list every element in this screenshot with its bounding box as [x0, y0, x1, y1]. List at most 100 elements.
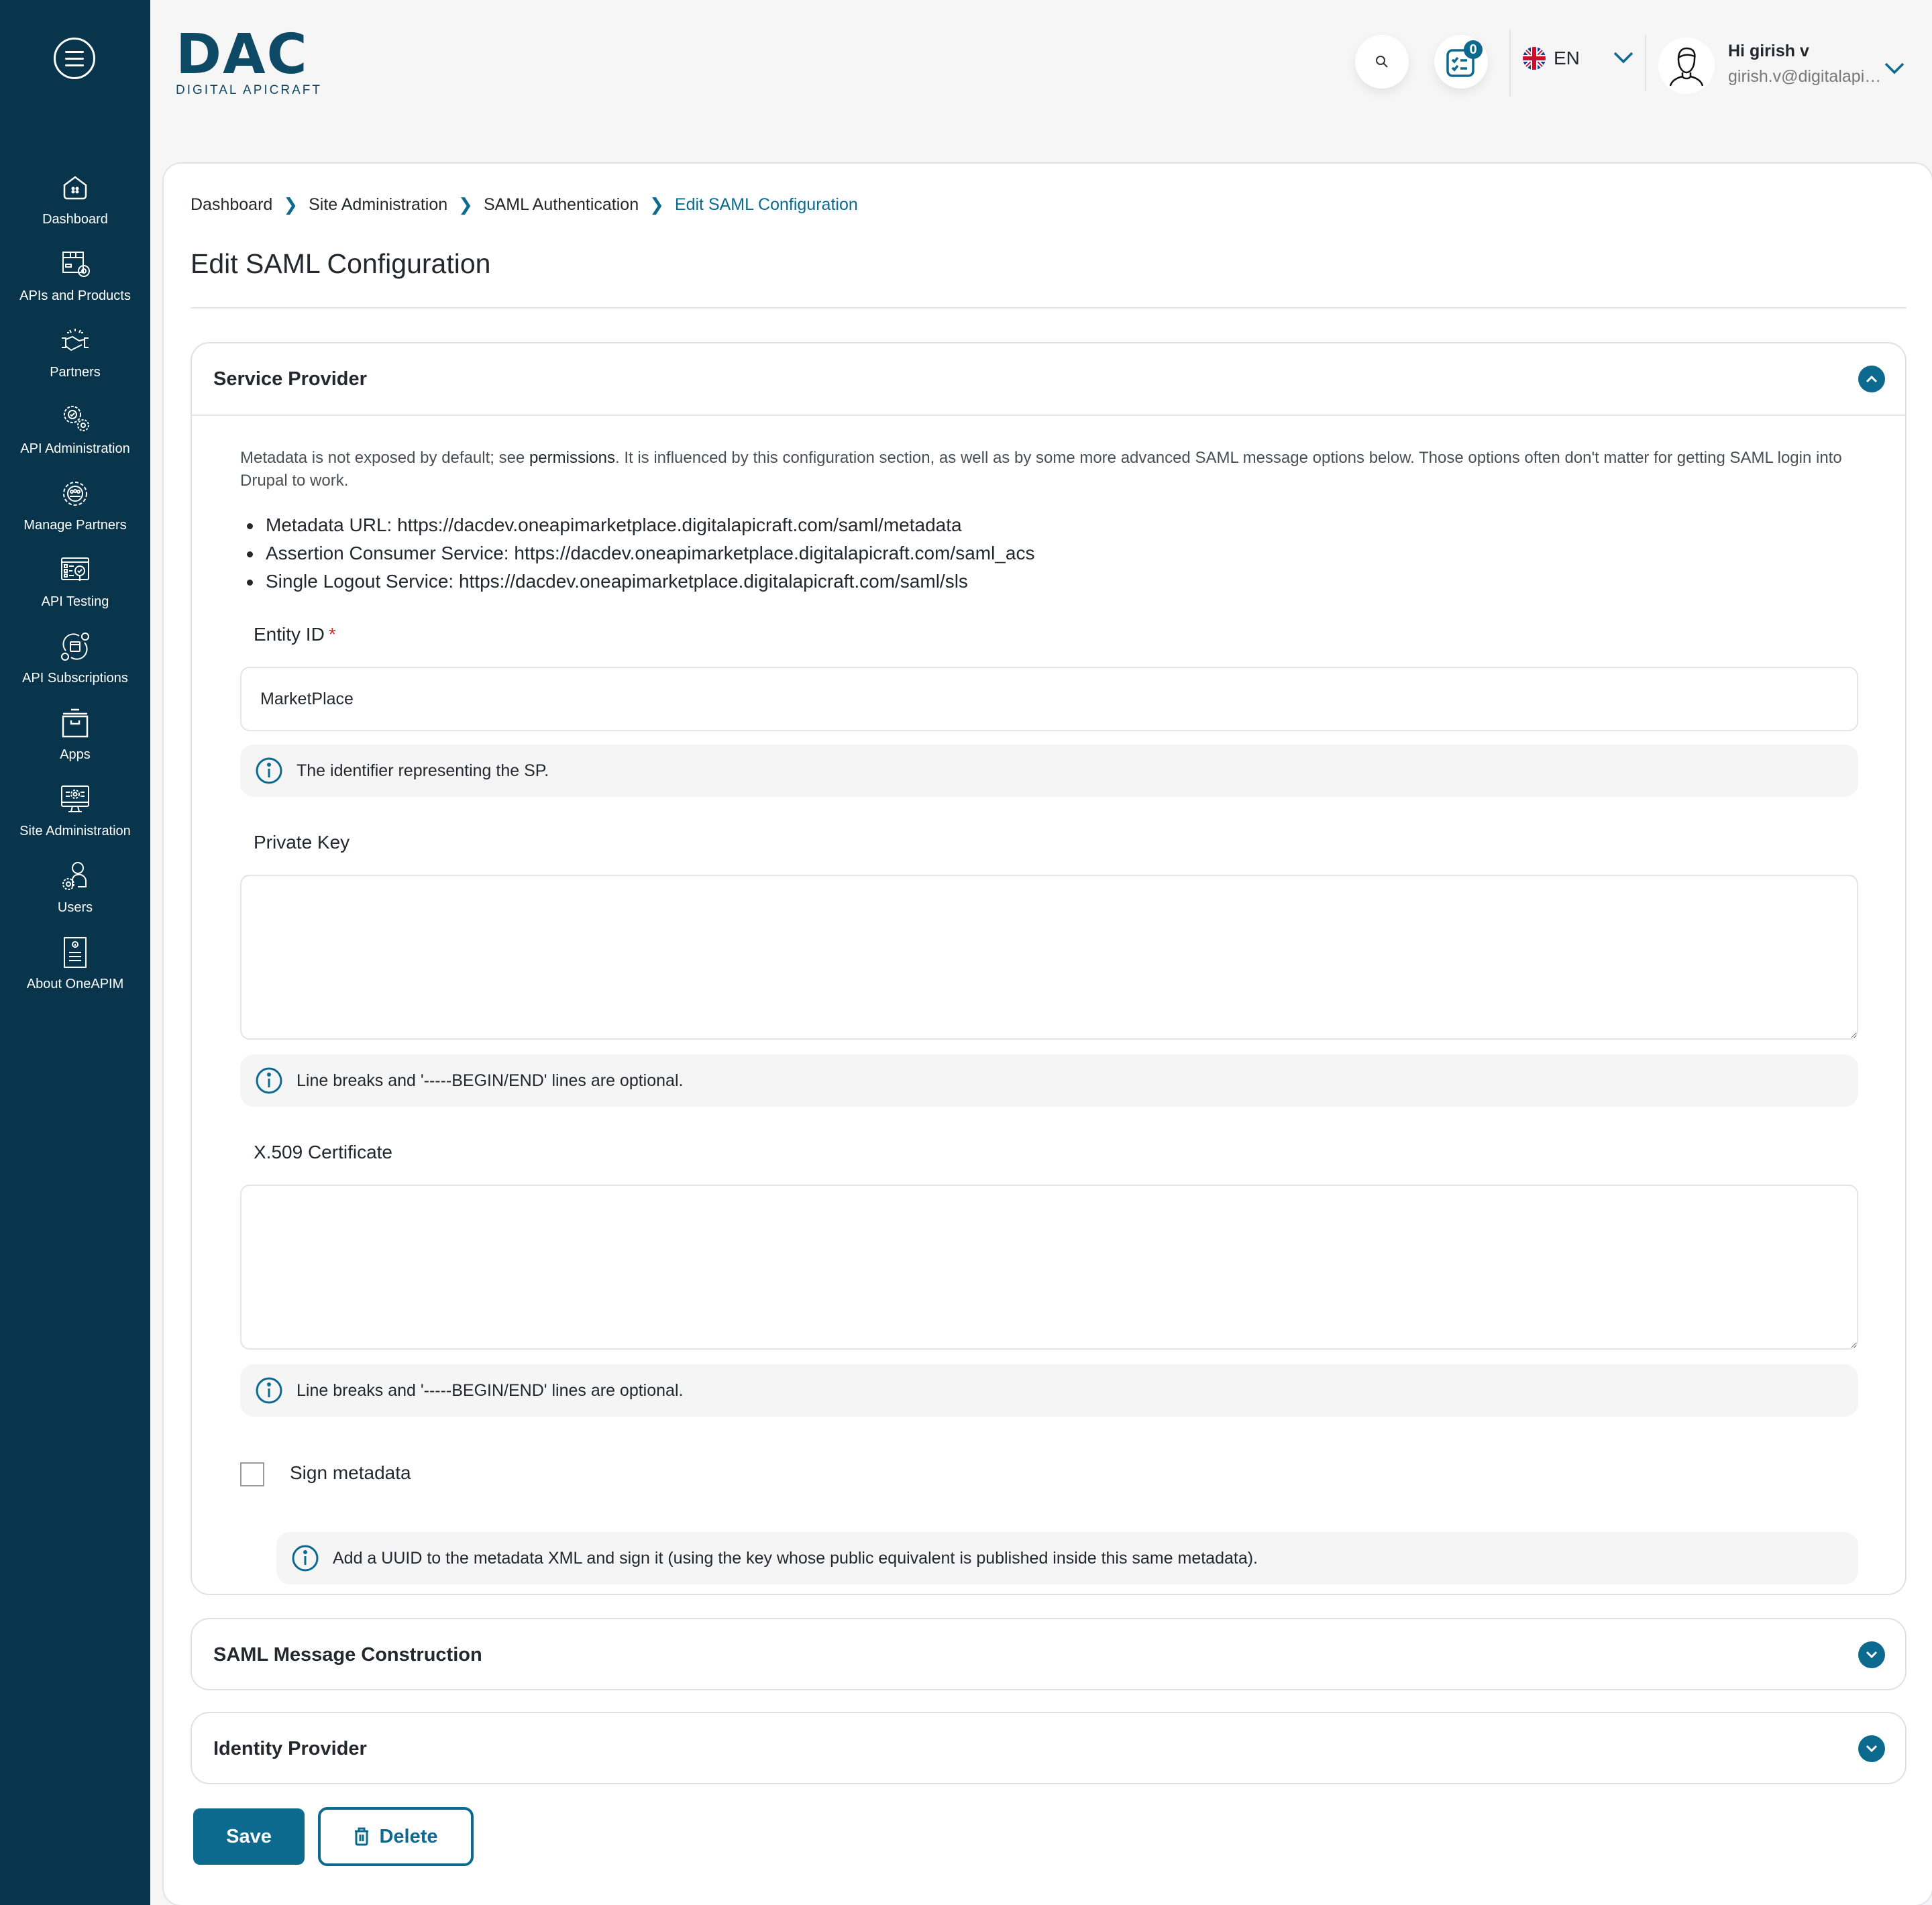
sidebar-nav: Dashboard APIs and Products Partners API…: [0, 172, 150, 1028]
search-icon: [1376, 56, 1388, 68]
sign-metadata-label[interactable]: Sign metadata: [290, 1462, 411, 1484]
search-button[interactable]: [1355, 35, 1409, 89]
team-gear-icon: [63, 482, 87, 506]
user-greeting: Hi girish v: [1728, 42, 1809, 60]
language-code: EN: [1554, 48, 1580, 68]
browser-check-icon: [61, 557, 89, 581]
sign-metadata-help: Add a UUID to the metadata XML and sign …: [276, 1532, 1858, 1584]
hamburger-menu-icon[interactable]: [54, 38, 95, 79]
chevron-up-icon: [1866, 375, 1878, 383]
sidebar-item-api-subscriptions[interactable]: API Subscriptions: [0, 631, 150, 691]
sidebar-item-manage-partners[interactable]: Manage Partners: [0, 478, 150, 538]
help-text: Add a UUID to the metadata XML and sign …: [333, 1548, 1258, 1568]
sidebar-item-users[interactable]: Users: [0, 860, 150, 920]
metadata-description: Metadata is not exposed by default; see …: [240, 447, 1877, 492]
sidebar-item-partners[interactable]: Partners: [0, 325, 150, 385]
sidebar-item-label: API Testing: [41, 594, 109, 609]
metadata-url: Metadata URL: https://dacdev.oneapimarke…: [240, 511, 1034, 539]
expand-button[interactable]: [1858, 1641, 1885, 1668]
chevron-down-icon[interactable]: [1613, 51, 1634, 64]
sidebar-item-api-testing[interactable]: API Testing: [0, 554, 150, 614]
permissions-link[interactable]: permissions: [529, 449, 615, 467]
sidebar-item-label: APIs and Products: [19, 288, 131, 303]
save-button[interactable]: Save: [193, 1808, 305, 1865]
sidebar-item-about-oneapim[interactable]: About OneAPIM: [0, 936, 150, 997]
saml-message-construction-section: SAML Message Construction: [191, 1618, 1907, 1690]
breadcrumb-dashboard[interactable]: Dashboard: [191, 195, 272, 215]
entity-id-help: The identifier representing the SP.: [240, 745, 1858, 797]
chevron-right-icon: ❯: [283, 195, 299, 215]
language-selector[interactable]: EN: [1523, 47, 1580, 70]
dac-logo[interactable]: DAC DIGITAL APICRAFT: [176, 23, 322, 98]
info-document-icon: [64, 937, 87, 968]
logo-main: DAC: [176, 23, 309, 87]
certificate-help: Line breaks and '-----BEGIN/END' lines a…: [240, 1364, 1858, 1417]
sidebar-item-label: Apps: [60, 747, 91, 762]
section-title: SAML Message Construction: [213, 1643, 482, 1666]
uk-flag-icon: [1523, 47, 1546, 70]
chevron-right-icon: ❯: [458, 195, 473, 215]
package-gear-icon: [62, 252, 90, 277]
sidebar-item-apps[interactable]: Apps: [0, 707, 150, 767]
user-email: girish.v@digitalapicraft.com: [1728, 67, 1886, 86]
acs-url: Assertion Consumer Service: https://dacd…: [240, 539, 1034, 567]
sidebar-item-label: API Administration: [20, 441, 130, 456]
section-title: Service Provider: [213, 368, 367, 390]
sidebar-item-api-administration[interactable]: API Administration: [0, 401, 150, 461]
logo-sub: DIGITAL APICRAFT: [176, 83, 322, 97]
sidebar-item-site-administration[interactable]: Site Administration: [0, 783, 150, 844]
gears-icon: [64, 406, 89, 431]
archive-box-icon: [62, 708, 89, 738]
sidebar-item-label: Users: [57, 900, 93, 915]
required-marker: *: [328, 624, 336, 645]
help-text: Line breaks and '-----BEGIN/END' lines a…: [297, 1071, 684, 1090]
sidebar: Dashboard APIs and Products Partners API…: [0, 0, 150, 1905]
service-provider-body: Metadata is not exposed by default; see …: [192, 415, 1905, 1594]
task-count-badge: 0: [1464, 40, 1483, 59]
sidebar-item-label: Dashboard: [42, 212, 108, 227]
chevron-right-icon: ❯: [649, 195, 664, 215]
expand-button[interactable]: [1858, 1735, 1885, 1762]
info-icon: [256, 1377, 282, 1404]
chevron-down-icon[interactable]: [1884, 62, 1905, 75]
handshake-icon: [62, 329, 89, 351]
sidebar-item-dashboard[interactable]: Dashboard: [0, 172, 150, 232]
breadcrumb-current: Edit SAML Configuration: [674, 195, 858, 214]
sidebar-item-label: Partners: [50, 365, 101, 380]
subscription-cycle-icon: [61, 633, 89, 661]
page-title: Edit SAML Configuration: [191, 248, 491, 279]
saml-message-construction-header[interactable]: SAML Message Construction: [192, 1619, 1905, 1690]
saml-url-list: Metadata URL: https://dacdev.oneapimarke…: [240, 511, 1034, 596]
delete-button[interactable]: Delete: [318, 1807, 474, 1866]
certificate-textarea[interactable]: [240, 1185, 1858, 1350]
private-key-textarea[interactable]: [240, 875, 1858, 1040]
breadcrumb-site-administration[interactable]: Site Administration: [309, 195, 447, 215]
tasks-button[interactable]: 0: [1434, 35, 1488, 89]
breadcrumb: Dashboard ❯ Site Administration ❯ SAML A…: [191, 195, 858, 215]
service-provider-header[interactable]: Service Provider: [192, 343, 1905, 415]
chevron-down-icon: [1866, 1745, 1878, 1753]
sidebar-item-label: About OneAPIM: [26, 977, 124, 991]
private-key-help: Line breaks and '-----BEGIN/END' lines a…: [240, 1054, 1858, 1107]
main-content: Dashboard ❯ Site Administration ❯ SAML A…: [162, 162, 1932, 1905]
collapse-button[interactable]: [1858, 366, 1885, 392]
entity-id-label: Entity ID *: [254, 624, 336, 645]
header-divider: [1645, 35, 1646, 91]
chevron-down-icon: [1866, 1651, 1878, 1659]
delete-label: Delete: [379, 1825, 438, 1847]
user-avatar[interactable]: [1658, 38, 1715, 94]
identity-provider-header[interactable]: Identity Provider: [192, 1713, 1905, 1784]
section-title: Identity Provider: [213, 1737, 367, 1759]
user-gear-icon: [62, 862, 87, 890]
help-text: The identifier representing the SP.: [297, 761, 549, 780]
breadcrumb-saml-authentication[interactable]: SAML Authentication: [484, 195, 639, 215]
header-divider: [1509, 30, 1511, 97]
certificate-label: X.509 Certificate: [254, 1142, 392, 1162]
entity-id-input[interactable]: [240, 667, 1858, 731]
identity-provider-section: Identity Provider: [191, 1712, 1907, 1784]
info-icon: [256, 757, 282, 784]
monitor-gear-icon: [61, 785, 89, 812]
sign-metadata-checkbox[interactable]: [240, 1462, 264, 1486]
trash-icon: [355, 1827, 369, 1846]
sidebar-item-apis-and-products[interactable]: APIs and Products: [0, 248, 150, 309]
